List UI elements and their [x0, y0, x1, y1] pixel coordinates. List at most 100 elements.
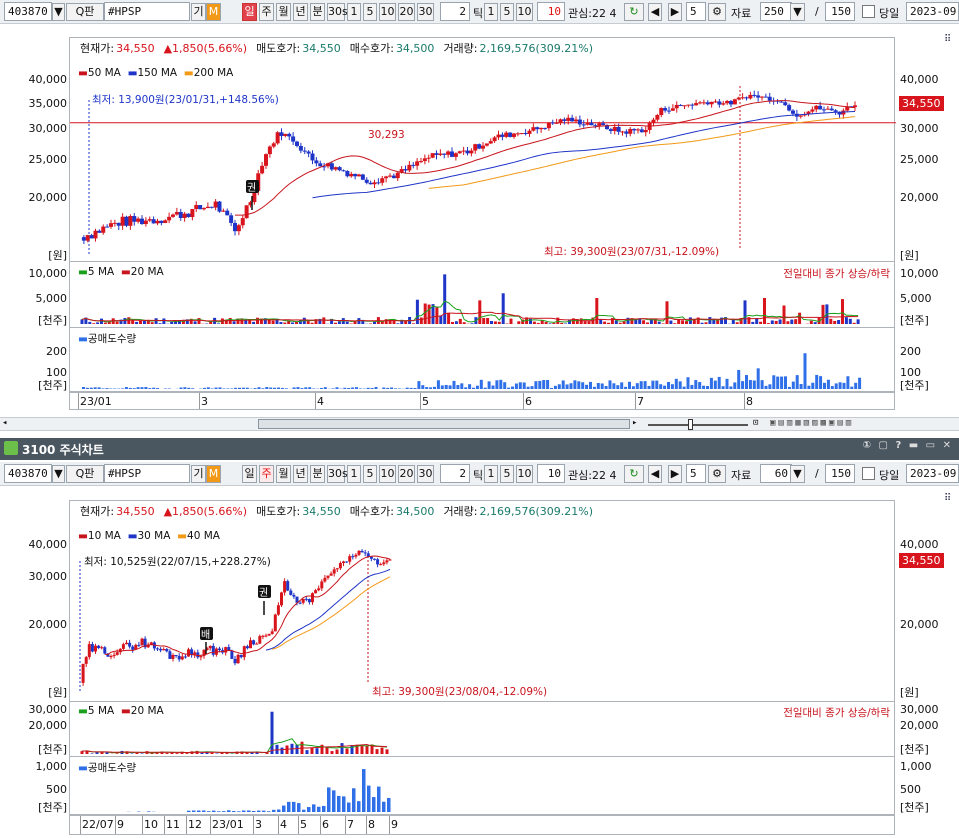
tick-count-input[interactable]: 2: [440, 2, 470, 21]
candle-body: [713, 101, 718, 103]
m-button[interactable]: M: [206, 3, 221, 21]
step-input[interactable]: 5: [686, 2, 706, 21]
gi-button[interactable]: 기: [191, 3, 206, 21]
w2-minute-10-button[interactable]: 10: [379, 465, 396, 483]
top-minute-1-button[interactable]: 1: [347, 3, 361, 21]
top-minute-5-button[interactable]: 5: [363, 3, 377, 21]
window-controls-icon[interactable]: ① ▢ ? ▬ ▭ ✕: [863, 440, 953, 451]
zoom-slider-handle[interactable]: [688, 419, 693, 430]
top-tick-5-button[interactable]: 5: [500, 3, 514, 21]
w2-tick-count-input[interactable]: 2: [440, 464, 470, 483]
next-arrow-icon[interactable]: ▶: [668, 3, 682, 21]
stock-code-input[interactable]: 403870: [4, 2, 52, 21]
w2-symbol-input[interactable]: #HPSP: [104, 464, 190, 483]
w2-next-arrow-icon[interactable]: ▶: [668, 465, 682, 483]
candle-body: [100, 647, 104, 649]
top-tick-1-button[interactable]: 1: [484, 3, 498, 21]
top-period-0-button[interactable]: 일: [242, 3, 257, 21]
w2-period-1-button[interactable]: 주: [259, 465, 274, 483]
top-period-3-button[interactable]: 년: [293, 3, 308, 21]
short-bar: [659, 384, 663, 389]
w2-data-count-select[interactable]: 60: [760, 464, 792, 483]
w2-tick-highlight-input[interactable]: 10: [537, 464, 565, 483]
short-bar: [265, 387, 269, 389]
top-tick-10-button[interactable]: 10: [516, 3, 533, 21]
top-scrollbar[interactable]: [258, 419, 630, 429]
w2-date-input[interactable]: 2023-09-: [906, 464, 959, 483]
code-dropdown-button[interactable]: ▼: [52, 3, 65, 21]
w2-today-checkbox[interactable]: [862, 467, 875, 480]
zoom-slider-track[interactable]: [648, 424, 748, 426]
step-gear-icon[interactable]: ⚙: [708, 3, 726, 21]
w2-short-bar: [257, 810, 261, 812]
w2-chart-settings-icon[interactable]: ⠿: [944, 493, 951, 504]
candle-body: [674, 104, 679, 109]
short-bar: [616, 385, 620, 389]
zoom-in-icon[interactable]: ⊡: [753, 418, 758, 428]
w2-short-bar: [187, 810, 191, 812]
short-bar: [557, 384, 561, 389]
scroll-right-icon[interactable]: ▸: [632, 418, 637, 428]
w2-prev-arrow-icon[interactable]: ◀: [648, 465, 662, 483]
w2-volume-bar: [115, 753, 119, 754]
refresh-icon[interactable]: ↻: [624, 3, 644, 21]
w2-minute-20-button[interactable]: 20: [398, 465, 415, 483]
w2-volume-bar: [335, 749, 339, 754]
w2-step-input[interactable]: 5: [686, 464, 706, 483]
top-tick-highlight-input[interactable]: 10: [537, 2, 565, 21]
top-period-4-button[interactable]: 분: [310, 3, 325, 21]
candle-body: [121, 644, 125, 649]
chart-tools-icons[interactable]: ▣▤▥▦▧▨▩▣▤▥: [770, 418, 854, 428]
data-count-dropdown-icon[interactable]: ▼: [790, 3, 805, 21]
stock-search-button[interactable]: Q판: [66, 3, 104, 21]
w2-volume-chart[interactable]: [70, 702, 896, 757]
candle-body: [655, 115, 660, 120]
top-minute-20-button[interactable]: 20: [398, 3, 415, 21]
total-input[interactable]: 150: [825, 2, 855, 21]
w2-period-3-button[interactable]: 년: [293, 465, 308, 483]
top-volume-chart[interactable]: [70, 262, 896, 328]
top-short-panel: ▬공매도수량: [69, 328, 895, 392]
top-minute-30-button[interactable]: 30: [417, 3, 434, 21]
w2-tick-5-button[interactable]: 5: [500, 465, 514, 483]
top-period-5-button[interactable]: 30s: [327, 3, 348, 21]
prev-arrow-icon[interactable]: ◀: [648, 3, 662, 21]
symbol-input[interactable]: #HPSP: [104, 2, 190, 21]
w2-stock-search-button[interactable]: Q판: [66, 465, 104, 483]
w2-step-gear-icon[interactable]: ⚙: [708, 465, 726, 483]
w2-m-button[interactable]: M: [206, 465, 221, 483]
w2-period-0-button[interactable]: 일: [242, 465, 257, 483]
w2-minute-1-button[interactable]: 1: [347, 465, 361, 483]
data-count-select[interactable]: 250: [760, 2, 792, 21]
candle-body: [651, 119, 656, 123]
w2-tick-10-button[interactable]: 10: [516, 465, 533, 483]
short-bar: [460, 383, 464, 389]
top-period-1-button[interactable]: 주: [259, 3, 274, 21]
w2-period-2-button[interactable]: 월: [276, 465, 291, 483]
top-minute-10-button[interactable]: 10: [379, 3, 396, 21]
w2-data-count-dropdown-icon[interactable]: ▼: [790, 465, 805, 483]
w2-code-dropdown-button[interactable]: ▼: [52, 465, 65, 483]
top-period-2-button[interactable]: 월: [276, 3, 291, 21]
w2-period-5-button[interactable]: 30s: [327, 465, 348, 483]
date-input[interactable]: 2023-09-0: [906, 2, 959, 21]
w2-refresh-icon[interactable]: ↻: [624, 465, 644, 483]
w2-period-4-button[interactable]: 분: [310, 465, 325, 483]
w2-short-bar: [382, 801, 386, 812]
top-short-chart[interactable]: [70, 328, 896, 392]
scroll-left-icon[interactable]: ◂: [2, 418, 7, 428]
w2-gi-button[interactable]: 기: [191, 465, 206, 483]
w2-total-input[interactable]: 150: [825, 464, 855, 483]
volume-bar: [763, 298, 766, 324]
volume-bar: [751, 321, 755, 324]
w2-short-chart[interactable]: [70, 757, 896, 815]
w2-minute-5-button[interactable]: 5: [363, 465, 377, 483]
w2-tick-1-button[interactable]: 1: [484, 465, 498, 483]
today-checkbox[interactable]: [862, 5, 875, 18]
candle-body: [678, 104, 683, 106]
w2-stock-code-input[interactable]: 403870: [4, 464, 52, 483]
candle-body: [128, 216, 133, 226]
w2-minute-30-button[interactable]: 30: [417, 465, 434, 483]
chart-settings-icon[interactable]: ⠿: [944, 34, 951, 45]
short-bar: [124, 387, 128, 389]
